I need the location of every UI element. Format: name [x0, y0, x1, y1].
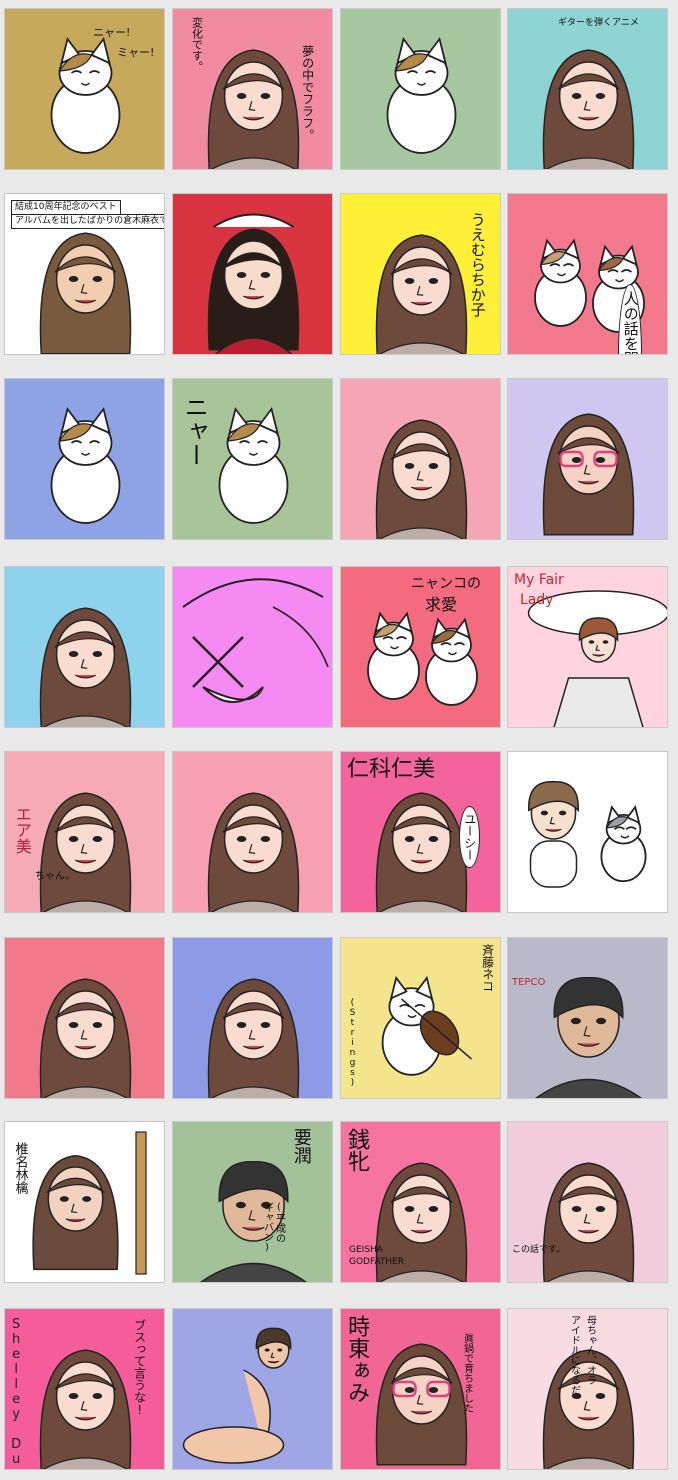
sticker-caption: ちゃん。	[35, 871, 75, 882]
sticker-tile[interactable]: 銭牝 GEISHA GODFATHER	[340, 1121, 501, 1283]
sticker-tile[interactable]	[340, 378, 501, 540]
sticker-tile[interactable]	[507, 751, 668, 913]
sticker-tile[interactable]: 椎名林檎	[4, 1121, 165, 1283]
sticker-caption: 要潤	[290, 1128, 312, 1164]
sticker-tile[interactable]: 斉藤ネコ (Strings)	[340, 937, 501, 1099]
sticker-caption: 椎名林檎	[12, 1142, 28, 1194]
sticker-illustration	[173, 938, 332, 1098]
sticker-caption: ギターを弾くアニメ	[558, 18, 639, 28]
sticker-caption: 夢の中でフラフ。	[300, 45, 315, 141]
sticker-illustration	[173, 194, 332, 354]
sticker-caption: 変化です。	[190, 17, 204, 72]
sticker-caption: エア美	[12, 806, 32, 854]
sticker-caption: Lady	[520, 592, 554, 608]
sticker-caption: ブスって言うな!	[132, 1319, 147, 1417]
sticker-tile[interactable]: TEPCO	[507, 937, 668, 1099]
sticker-caption: GEISHA	[349, 1245, 383, 1255]
sticker-tile[interactable]: この話です。	[507, 1121, 668, 1283]
sticker-caption: ニャンコの	[411, 576, 481, 592]
sticker-tile[interactable]	[4, 378, 165, 540]
sticker-caption: ニャー!	[93, 26, 131, 39]
sticker-tile[interactable]: My Fair Lady	[507, 566, 668, 728]
sticker-tile[interactable]	[172, 1308, 333, 1470]
sticker-illustration	[341, 9, 500, 169]
sticker-illustration	[508, 9, 667, 169]
sticker-illustration	[508, 379, 667, 539]
sticker-caption: 銭牝	[344, 1128, 370, 1172]
sticker-tile[interactable]: 要潤 (平成の ギャバン)	[172, 1121, 333, 1283]
sticker-tile[interactable]	[4, 566, 165, 728]
sticker-caption: TEPCO	[512, 977, 546, 988]
sticker-caption: Shelley Duvall	[8, 1317, 24, 1470]
sticker-caption: (Strings)	[347, 998, 358, 1088]
sticker-tile[interactable]: ニャー	[172, 378, 333, 540]
sticker-tile[interactable]: Shelley Duvall ブスって言うな!	[4, 1308, 165, 1470]
sticker-tile[interactable]	[172, 566, 333, 728]
sticker-tile[interactable]: ニャンコの求愛	[340, 566, 501, 728]
sticker-tile[interactable]	[507, 378, 668, 540]
sticker-tile[interactable]: 母ちゃん、オラ アイドルになるだ。	[507, 1308, 668, 1470]
sticker-gallery: ニャー! ミャー! 変化です。夢の中でフラフ。 ギターを弾くアニメ結成10周年記念のベ…	[0, 0, 678, 1480]
sticker-illustration	[5, 379, 164, 539]
sticker-caption: ユーシー	[459, 806, 480, 868]
sticker-caption: 眞鍋で育ちました	[461, 1333, 473, 1413]
sticker-illustration	[5, 1122, 164, 1282]
sticker-tile[interactable]: 変化です。夢の中でフラフ。	[172, 8, 333, 170]
sticker-illustration	[5, 567, 164, 727]
sticker-illustration	[5, 938, 164, 1098]
sticker-caption: 求愛	[425, 595, 458, 614]
sticker-illustration	[5, 9, 164, 169]
sticker-tile[interactable]: 結成10周年記念のベストアルバムを出したばかりの倉木麻衣です。	[4, 193, 165, 355]
sticker-illustration	[341, 938, 500, 1098]
sticker-caption: My Fair	[514, 572, 564, 588]
sticker-caption: ギャバン)	[261, 1202, 273, 1253]
sticker-caption: アイドルになるだ。	[568, 1315, 580, 1405]
sticker-caption: うえむらちか子	[468, 212, 487, 317]
sticker-illustration	[508, 1122, 667, 1282]
sticker-tile[interactable]: うえむらちか子	[340, 193, 501, 355]
sticker-caption: 母ちゃん、オラ	[584, 1315, 596, 1385]
sticker-illustration	[341, 379, 500, 539]
sticker-caption: ミャー!	[117, 46, 155, 59]
sticker-caption: (平成の	[273, 1202, 285, 1243]
sticker-illustration	[508, 938, 667, 1098]
sticker-caption: ニャー	[180, 395, 209, 467]
sticker-tile[interactable]	[4, 937, 165, 1099]
sticker-tile[interactable]: エア美ちゃん。	[4, 751, 165, 913]
sticker-illustration	[173, 567, 332, 727]
sticker-caption: 仁科仁美	[347, 757, 436, 782]
sticker-tile[interactable]	[340, 8, 501, 170]
sticker-tile[interactable]: 仁科仁美ユーシー	[340, 751, 501, 913]
sticker-caption: 人の話を聞け!?	[618, 284, 642, 354]
sticker-tile[interactable]: ギターを弾くアニメ	[507, 8, 668, 170]
sticker-tile[interactable]	[172, 751, 333, 913]
sticker-tile[interactable]: ニャー! ミャー!	[4, 8, 165, 170]
sticker-caption: GODFATHER	[349, 1257, 405, 1267]
sticker-caption: この話です。	[512, 1245, 566, 1255]
sticker-tile[interactable]: 時東ぁみ 眞鍋で育ちました	[340, 1308, 501, 1470]
sticker-illustration	[173, 1309, 332, 1469]
sticker-tile[interactable]	[172, 193, 333, 355]
sticker-caption: 時東ぁみ	[344, 1315, 370, 1403]
sticker-caption: 斉藤ネコ	[480, 944, 495, 992]
sticker-caption: アルバムを出したばかりの倉木麻衣です。	[11, 214, 164, 230]
sticker-illustration	[173, 752, 332, 912]
sticker-illustration	[508, 752, 667, 912]
sticker-illustration	[508, 194, 667, 354]
sticker-tile[interactable]	[172, 937, 333, 1099]
sticker-tile[interactable]: 人の話を聞け!?	[507, 193, 668, 355]
